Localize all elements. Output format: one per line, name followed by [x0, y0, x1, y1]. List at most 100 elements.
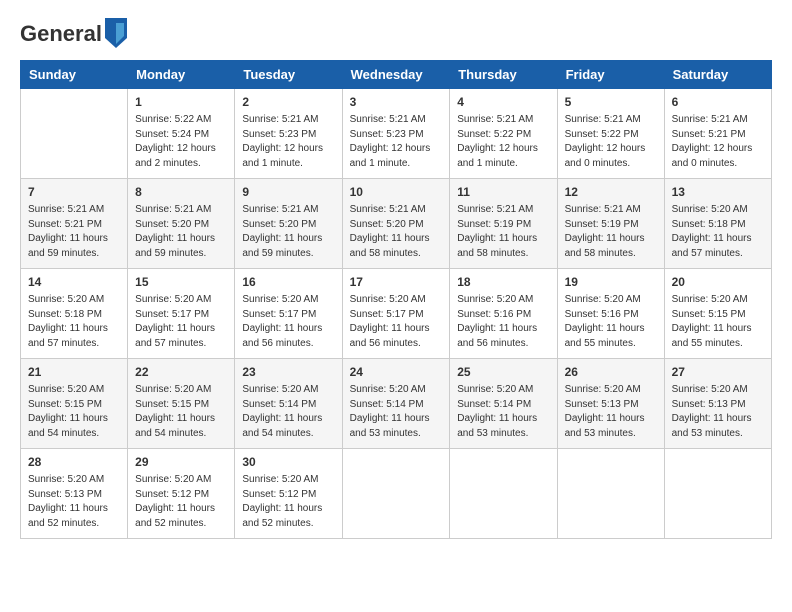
day-number: 24	[350, 364, 443, 381]
cell-info: Sunrise: 5:20 AMSunset: 5:16 PMDaylight:…	[457, 293, 549, 351]
day-number: 8	[135, 184, 227, 201]
day-number: 27	[672, 364, 764, 381]
day-number: 15	[135, 274, 227, 291]
calendar-cell: 20 Sunrise: 5:20 AMSunset: 5:15 PMDayligh…	[664, 269, 771, 359]
day-number: 9	[242, 184, 334, 201]
cell-info: Sunrise: 5:20 AMSunset: 5:13 PMDaylight:…	[672, 383, 764, 441]
cell-info: Sunrise: 5:20 AMSunset: 5:13 PMDaylight:…	[28, 473, 120, 531]
calendar-cell: 17 Sunrise: 5:20 AMSunset: 5:17 PMDayligh…	[342, 269, 450, 359]
cell-info: Sunrise: 5:21 AMSunset: 5:19 PMDaylight:…	[565, 203, 657, 261]
cell-info: Sunrise: 5:20 AMSunset: 5:17 PMDaylight:…	[350, 293, 443, 351]
calendar-cell: 1Sunrise: 5:22 AMSunset: 5:24 PMDaylight…	[128, 89, 235, 179]
calendar-cell: 30 Sunrise: 5:20 AMSunset: 5:12 PMDayligh…	[235, 449, 342, 539]
cell-info: Sunrise: 5:20 AMSunset: 5:16 PMDaylight:…	[565, 293, 657, 351]
logo-icon	[105, 18, 127, 48]
day-number: 12	[565, 184, 657, 201]
calendar-cell: 24 Sunrise: 5:20 AMSunset: 5:14 PMDayligh…	[342, 359, 450, 449]
calendar-week-3: 14Sunrise: 5:20 AMSunset: 5:18 PMDayligh…	[21, 269, 772, 359]
calendar-week-4: 21 Sunrise: 5:20 AMSunset: 5:15 PMDayligh…	[21, 359, 772, 449]
day-number: 19	[565, 274, 657, 291]
calendar-table: SundayMondayTuesdayWednesdayThursdayFrid…	[20, 60, 772, 539]
day-number: 30	[242, 454, 334, 471]
calendar-cell: 2Sunrise: 5:21 AMSunset: 5:23 PMDaylight…	[235, 89, 342, 179]
cell-info: Sunrise: 5:21 AMSunset: 5:22 PMDaylight:…	[457, 113, 549, 171]
calendar-cell: 14Sunrise: 5:20 AMSunset: 5:18 PMDayligh…	[21, 269, 128, 359]
day-number: 28	[28, 454, 120, 471]
calendar-cell	[664, 449, 771, 539]
calendar-cell: 23Sunrise: 5:20 AMSunset: 5:14 PMDayligh…	[235, 359, 342, 449]
day-number: 26	[565, 364, 657, 381]
cell-info: Sunrise: 5:20 AMSunset: 5:13 PMDaylight:…	[565, 383, 657, 441]
calendar-cell: 15 Sunrise: 5:20 AMSunset: 5:17 PMDayligh…	[128, 269, 235, 359]
cell-info: Sunrise: 5:20 AMSunset: 5:15 PMDaylight:…	[135, 383, 227, 441]
calendar-cell: 29 Sunrise: 5:20 AMSunset: 5:12 PMDayligh…	[128, 449, 235, 539]
calendar-cell: 22 Sunrise: 5:20 AMSunset: 5:15 PMDayligh…	[128, 359, 235, 449]
calendar-cell: 28 Sunrise: 5:20 AMSunset: 5:13 PMDayligh…	[21, 449, 128, 539]
calendar-cell: 10 Sunrise: 5:21 AMSunset: 5:20 PMDayligh…	[342, 179, 450, 269]
calendar-cell: 18 Sunrise: 5:20 AMSunset: 5:16 PMDayligh…	[450, 269, 557, 359]
calendar-cell: 5Sunrise: 5:21 AMSunset: 5:22 PMDaylight…	[557, 89, 664, 179]
calendar-cell	[557, 449, 664, 539]
cell-info: Sunrise: 5:20 AMSunset: 5:14 PMDaylight:…	[242, 383, 334, 441]
calendar-cell: 26 Sunrise: 5:20 AMSunset: 5:13 PMDayligh…	[557, 359, 664, 449]
day-number: 10	[350, 184, 443, 201]
day-number: 13	[672, 184, 764, 201]
cell-info: Sunrise: 5:21 AMSunset: 5:23 PMDaylight:…	[242, 113, 334, 171]
calendar-cell: 25 Sunrise: 5:20 AMSunset: 5:14 PMDayligh…	[450, 359, 557, 449]
calendar-header-row: SundayMondayTuesdayWednesdayThursdayFrid…	[21, 61, 772, 89]
calendar-week-2: 7Sunrise: 5:21 AMSunset: 5:21 PMDaylight…	[21, 179, 772, 269]
calendar-cell: 6 Sunrise: 5:21 AMSunset: 5:21 PMDaylight…	[664, 89, 771, 179]
logo: General	[20, 20, 127, 44]
calendar-cell: 13Sunrise: 5:20 AMSunset: 5:18 PMDayligh…	[664, 179, 771, 269]
calendar-cell	[450, 449, 557, 539]
cell-info: Sunrise: 5:21 AMSunset: 5:20 PMDaylight:…	[242, 203, 334, 261]
page-header: General	[20, 20, 772, 44]
day-number: 6	[672, 94, 764, 111]
calendar-cell: 11 Sunrise: 5:21 AMSunset: 5:19 PMDayligh…	[450, 179, 557, 269]
calendar-cell: 4 Sunrise: 5:21 AMSunset: 5:22 PMDaylight…	[450, 89, 557, 179]
calendar-week-1: 1Sunrise: 5:22 AMSunset: 5:24 PMDaylight…	[21, 89, 772, 179]
day-number: 25	[457, 364, 549, 381]
column-header-monday: Monday	[128, 61, 235, 89]
calendar-cell: 16 Sunrise: 5:20 AMSunset: 5:17 PMDayligh…	[235, 269, 342, 359]
cell-info: Sunrise: 5:21 AMSunset: 5:22 PMDaylight:…	[565, 113, 657, 171]
day-number: 29	[135, 454, 227, 471]
cell-info: Sunrise: 5:20 AMSunset: 5:14 PMDaylight:…	[350, 383, 443, 441]
logo-general: General	[20, 21, 102, 47]
day-number: 18	[457, 274, 549, 291]
cell-info: Sunrise: 5:20 AMSunset: 5:14 PMDaylight:…	[457, 383, 549, 441]
calendar-cell: 27 Sunrise: 5:20 AMSunset: 5:13 PMDayligh…	[664, 359, 771, 449]
calendar-cell: 3Sunrise: 5:21 AMSunset: 5:23 PMDaylight…	[342, 89, 450, 179]
cell-info: Sunrise: 5:21 AMSunset: 5:23 PMDaylight:…	[350, 113, 443, 171]
day-number: 1	[135, 94, 227, 111]
cell-info: Sunrise: 5:20 AMSunset: 5:15 PMDaylight:…	[28, 383, 120, 441]
day-number: 21	[28, 364, 120, 381]
calendar-cell	[342, 449, 450, 539]
cell-info: Sunrise: 5:20 AMSunset: 5:15 PMDaylight:…	[672, 293, 764, 351]
day-number: 11	[457, 184, 549, 201]
calendar-cell	[21, 89, 128, 179]
column-header-tuesday: Tuesday	[235, 61, 342, 89]
cell-info: Sunrise: 5:21 AMSunset: 5:20 PMDaylight:…	[135, 203, 227, 261]
day-number: 22	[135, 364, 227, 381]
day-number: 17	[350, 274, 443, 291]
column-header-wednesday: Wednesday	[342, 61, 450, 89]
column-header-saturday: Saturday	[664, 61, 771, 89]
day-number: 14	[28, 274, 120, 291]
cell-info: Sunrise: 5:21 AMSunset: 5:19 PMDaylight:…	[457, 203, 549, 261]
cell-info: Sunrise: 5:20 AMSunset: 5:17 PMDaylight:…	[135, 293, 227, 351]
cell-info: Sunrise: 5:21 AMSunset: 5:21 PMDaylight:…	[672, 113, 764, 171]
calendar-cell: 19 Sunrise: 5:20 AMSunset: 5:16 PMDayligh…	[557, 269, 664, 359]
cell-info: Sunrise: 5:20 AMSunset: 5:12 PMDaylight:…	[242, 473, 334, 531]
day-number: 4	[457, 94, 549, 111]
day-number: 16	[242, 274, 334, 291]
calendar-cell: 9 Sunrise: 5:21 AMSunset: 5:20 PMDaylight…	[235, 179, 342, 269]
calendar-cell: 8 Sunrise: 5:21 AMSunset: 5:20 PMDaylight…	[128, 179, 235, 269]
cell-info: Sunrise: 5:20 AMSunset: 5:12 PMDaylight:…	[135, 473, 227, 531]
cell-info: Sunrise: 5:20 AMSunset: 5:17 PMDaylight:…	[242, 293, 334, 351]
calendar-cell: 12 Sunrise: 5:21 AMSunset: 5:19 PMDayligh…	[557, 179, 664, 269]
cell-info: Sunrise: 5:21 AMSunset: 5:20 PMDaylight:…	[350, 203, 443, 261]
cell-info: Sunrise: 5:21 AMSunset: 5:21 PMDaylight:…	[28, 203, 120, 261]
calendar-cell: 21 Sunrise: 5:20 AMSunset: 5:15 PMDayligh…	[21, 359, 128, 449]
day-number: 20	[672, 274, 764, 291]
